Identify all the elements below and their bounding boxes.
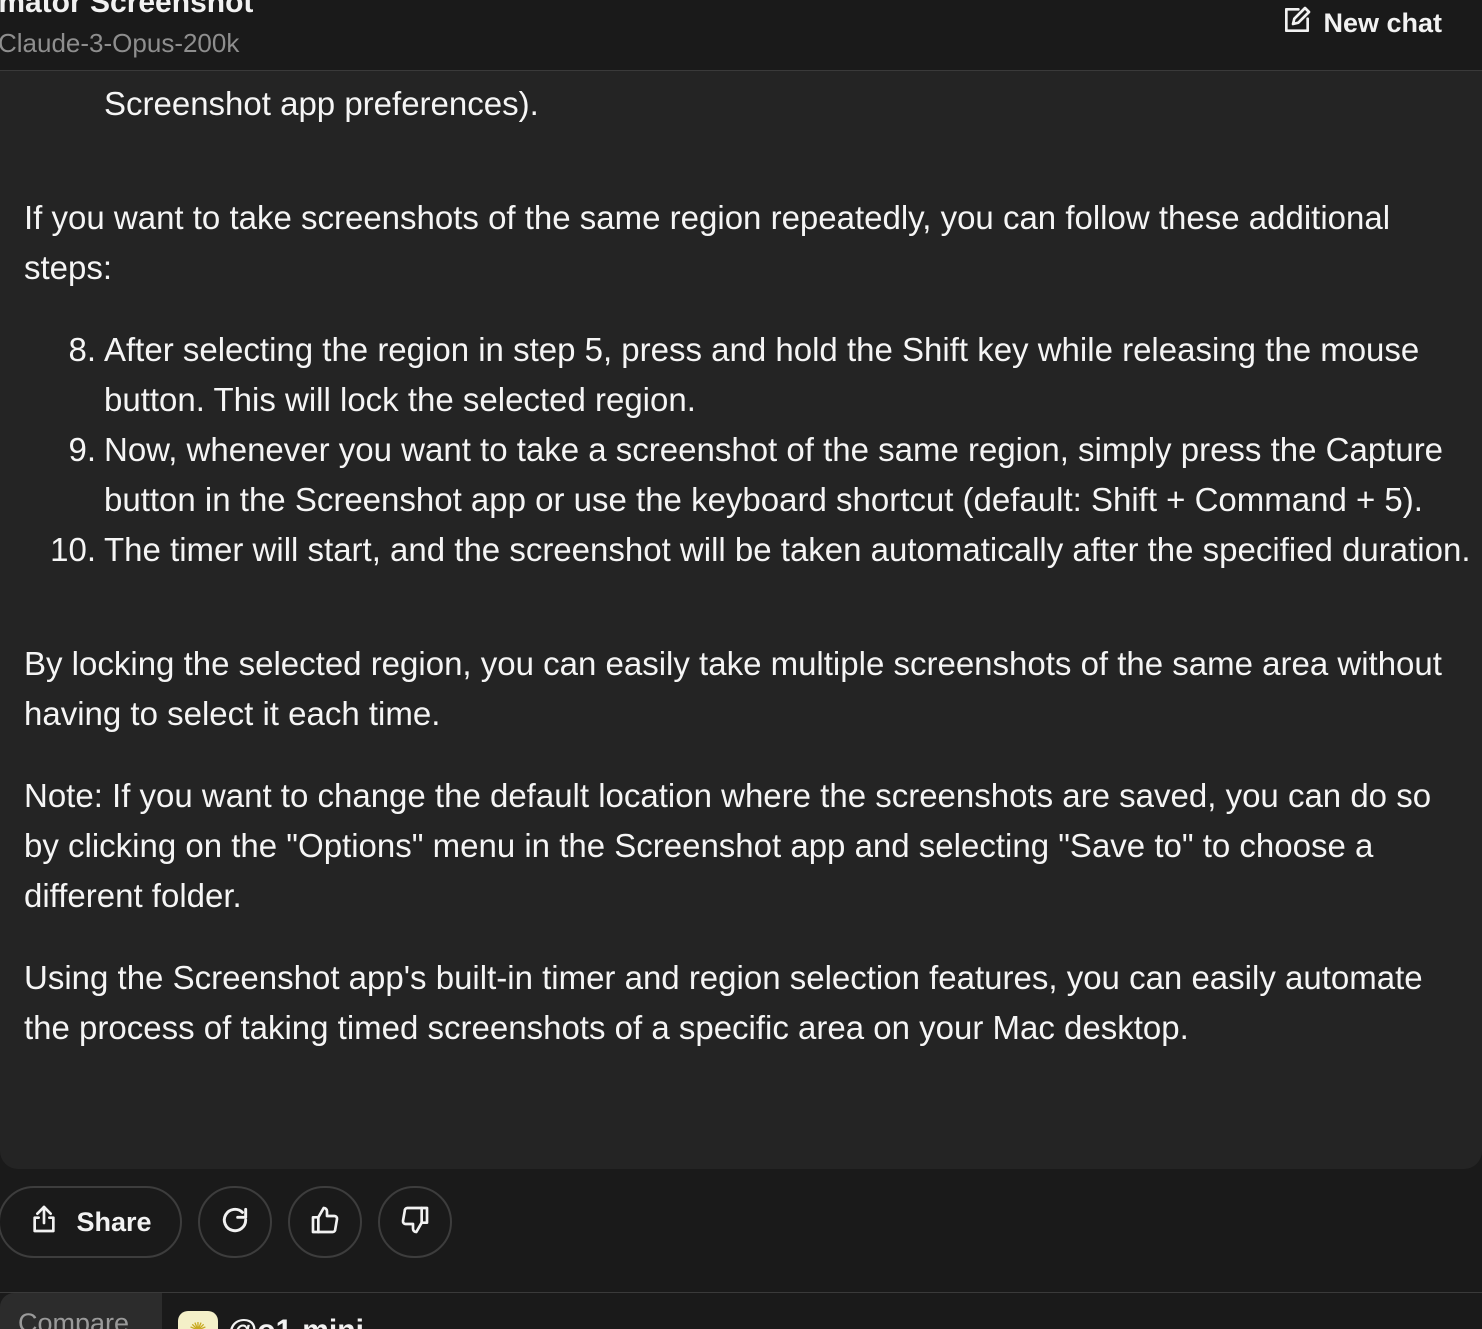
- thumbs-down-icon: [399, 1204, 431, 1241]
- new-chat-button[interactable]: New chat: [1281, 4, 1442, 43]
- message-text: Screenshot app preferences). If you want…: [24, 71, 1474, 1053]
- step-text: The timer will start, and the screenshot…: [104, 531, 1471, 568]
- new-chat-label: New chat: [1323, 8, 1442, 38]
- step-item: 10. The timer will start, and the screen…: [50, 525, 1474, 575]
- retry-button[interactable]: [198, 1186, 272, 1258]
- compare-tab[interactable]: Compare: [0, 1293, 162, 1329]
- steps-list: 8. After selecting the region in step 5,…: [24, 325, 1474, 575]
- message-paragraph-lock: By locking the selected region, you can …: [24, 645, 1442, 732]
- message-fragment: Screenshot app preferences).: [104, 85, 539, 122]
- step-number: 9.: [68, 431, 96, 468]
- bot-mention: @o1-mini: [228, 1311, 364, 1329]
- retry-icon: [219, 1204, 251, 1241]
- share-button[interactable]: Share: [0, 1186, 182, 1258]
- chat-title: tomator Screenshot: [0, 0, 254, 19]
- bot-chip[interactable]: ✺ @o1-mini: [178, 1311, 364, 1329]
- message-actions: Share: [0, 1186, 452, 1258]
- bot-model-name[interactable]: Claude-3-Opus-200k: [0, 28, 239, 59]
- thumbs-down-button[interactable]: [378, 1186, 452, 1258]
- thumbs-up-button[interactable]: [288, 1186, 362, 1258]
- message-paragraph-note: Note: If you want to change the default …: [24, 777, 1432, 914]
- message-intro: If you want to take screenshots of the s…: [24, 199, 1391, 286]
- step-text: After selecting the region in step 5, pr…: [104, 331, 1420, 418]
- step-item: 9. Now, whenever you want to take a scre…: [68, 425, 1474, 525]
- chat-header: tomator Screenshot Claude-3-Opus-200k Ne…: [0, 0, 1482, 71]
- step-text: Now, whenever you want to take a screens…: [104, 431, 1444, 518]
- edit-icon: [1281, 4, 1313, 43]
- bot-message: Screenshot app preferences). If you want…: [0, 71, 1482, 1169]
- share-label: Share: [76, 1206, 152, 1237]
- message-paragraph-summary: Using the Screenshot app's built-in time…: [24, 959, 1423, 1046]
- thumbs-up-icon: [309, 1204, 341, 1241]
- step-item: 8. After selecting the region in step 5,…: [68, 325, 1474, 425]
- step-number: 10.: [50, 531, 96, 568]
- step-number: 8.: [68, 331, 96, 368]
- share-icon: [28, 1203, 60, 1242]
- bottom-bar: Compare ✺ @o1-mini: [0, 1292, 1482, 1329]
- bot-avatar-icon: ✺: [178, 1311, 218, 1329]
